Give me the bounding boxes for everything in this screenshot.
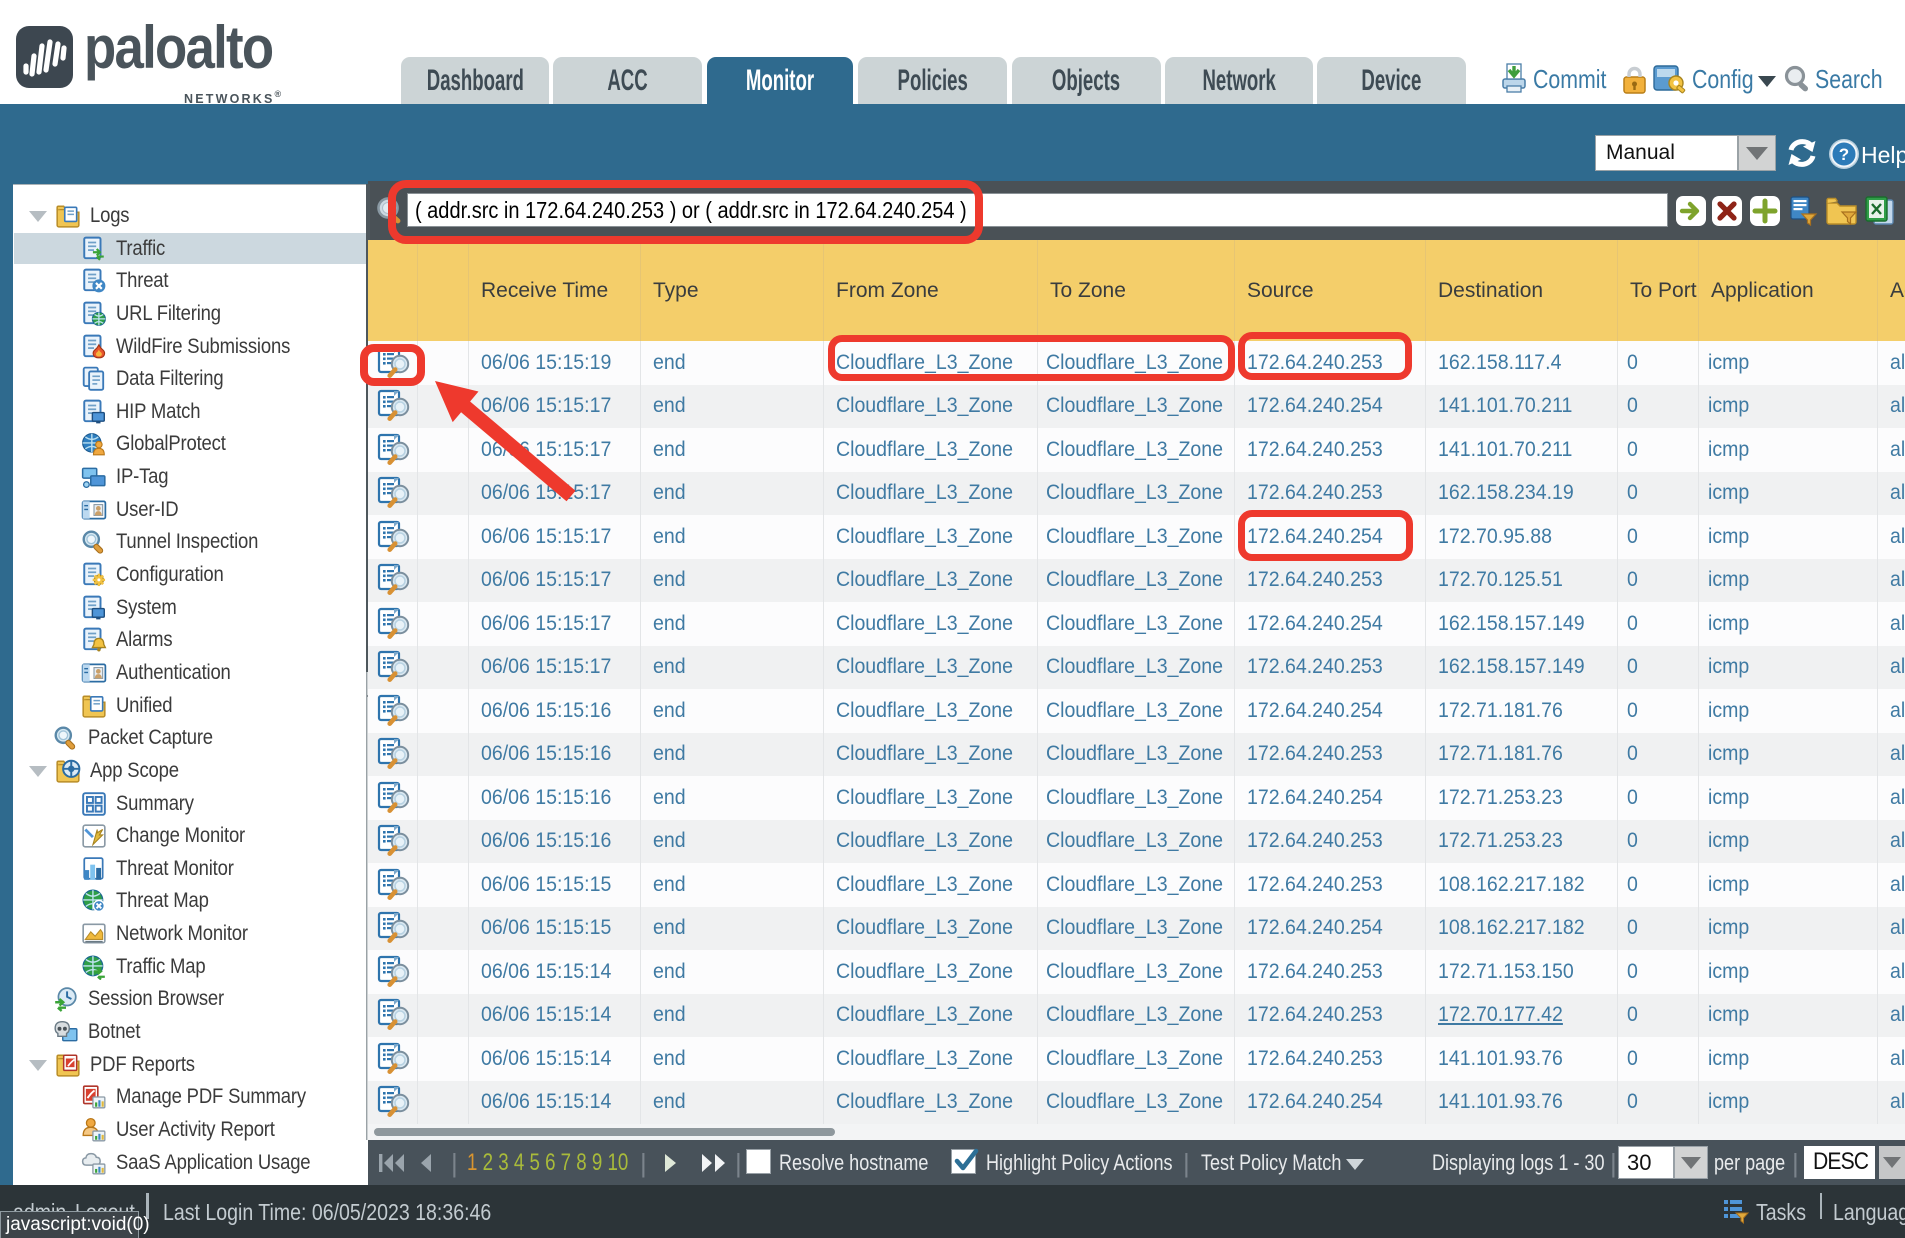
svg-text:?: ? bbox=[1839, 145, 1849, 164]
